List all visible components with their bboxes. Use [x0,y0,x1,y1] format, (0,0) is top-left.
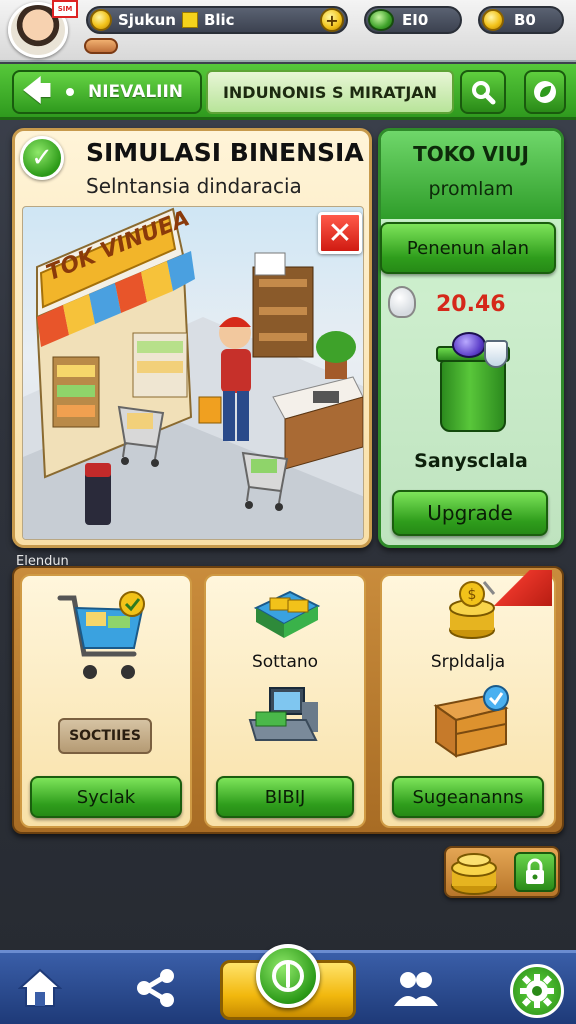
player-tag-badge: SIM [52,0,78,18]
add-resource-button[interactable]: + [320,8,344,32]
card-3-caption: Srpldalja [430,652,506,672]
treasure-chest-icon [433,685,509,758]
back-button-label: NIEVALIIN [88,82,184,102]
cash-register-icon [248,687,318,741]
power-icon [272,960,304,992]
store-panel-title: TOKO VIUJ [413,142,529,166]
lightbulb-icon [388,286,416,318]
resource-bar-primary: Sjukun Blic + [86,6,348,34]
coin-stack-icon: $ [449,581,496,639]
gold-coins-icon [451,853,497,895]
gem-counter[interactable]: EI0 [364,6,462,34]
back-button[interactable]: 🡄 NIEVALIIN [12,70,202,114]
back-arrow-icon: 🡄 [22,74,52,107]
lock-icon [526,858,544,884]
store-scene-illustration[interactable]: TOK VINUEA [22,206,364,540]
gem-value: EI0 [402,11,429,29]
trash-bin-icon [440,360,506,432]
friends-button[interactable] [388,960,444,1016]
separator-dot [66,88,74,96]
resource-primary-value: Blic [203,11,235,29]
checkmark-icon: ✓ [20,136,64,180]
leaf-badge-icon [534,81,556,103]
settings-button[interactable] [510,964,564,1018]
svg-text:$: $ [468,587,477,603]
coin-stack-icon [482,9,504,31]
money-bag-icon [84,38,118,54]
coin-icon [90,9,112,31]
card-1-button[interactable]: Syclak [30,776,182,818]
gear-icon [520,974,554,1008]
category-tag: SOCTIIES [58,718,152,754]
close-button[interactable]: ✕ [318,212,362,254]
card-2-caption: Sottano [251,652,319,672]
home-button[interactable] [12,960,68,1016]
purple-gem-icon [452,332,486,358]
share-icon [137,969,174,1007]
card-2-button[interactable]: BIBIJ [216,776,354,818]
page-title-tab[interactable]: INDUNONIS S MIRATJAN [206,70,454,114]
coin-counter[interactable]: B0 [478,6,564,34]
upgrade-button[interactable]: Upgrade [392,490,548,536]
gold-stock-icon [253,590,321,638]
settings-shortcut-button[interactable] [524,70,566,114]
shopping-cart-icon [57,591,145,679]
upgrade-price: 20.46 [436,292,506,317]
play-button[interactable] [256,944,320,1008]
store-panel-subtitle: promlam [428,178,514,200]
upgrade-item-name: Sanysclala [414,450,528,472]
gem-icon [368,9,394,31]
lock-button[interactable] [514,852,556,892]
store-action-button[interactable]: Penenun alan [380,222,556,274]
card-3-button[interactable]: Sugeananns [392,776,544,818]
shield-icon [484,340,508,368]
simulation-subtitle: Selntansia dindaracia [86,174,302,198]
gold-bar-icon [181,12,198,28]
simulation-title: SIMULASI BINENSIA [86,138,364,167]
search-icon [472,81,496,105]
share-button[interactable] [128,960,184,1016]
friends-icon [394,972,438,1006]
coin-value: B0 [514,11,536,29]
resource-primary-label: Sjukun [118,11,176,29]
search-button[interactable] [460,70,506,114]
home-icon [18,968,62,1007]
